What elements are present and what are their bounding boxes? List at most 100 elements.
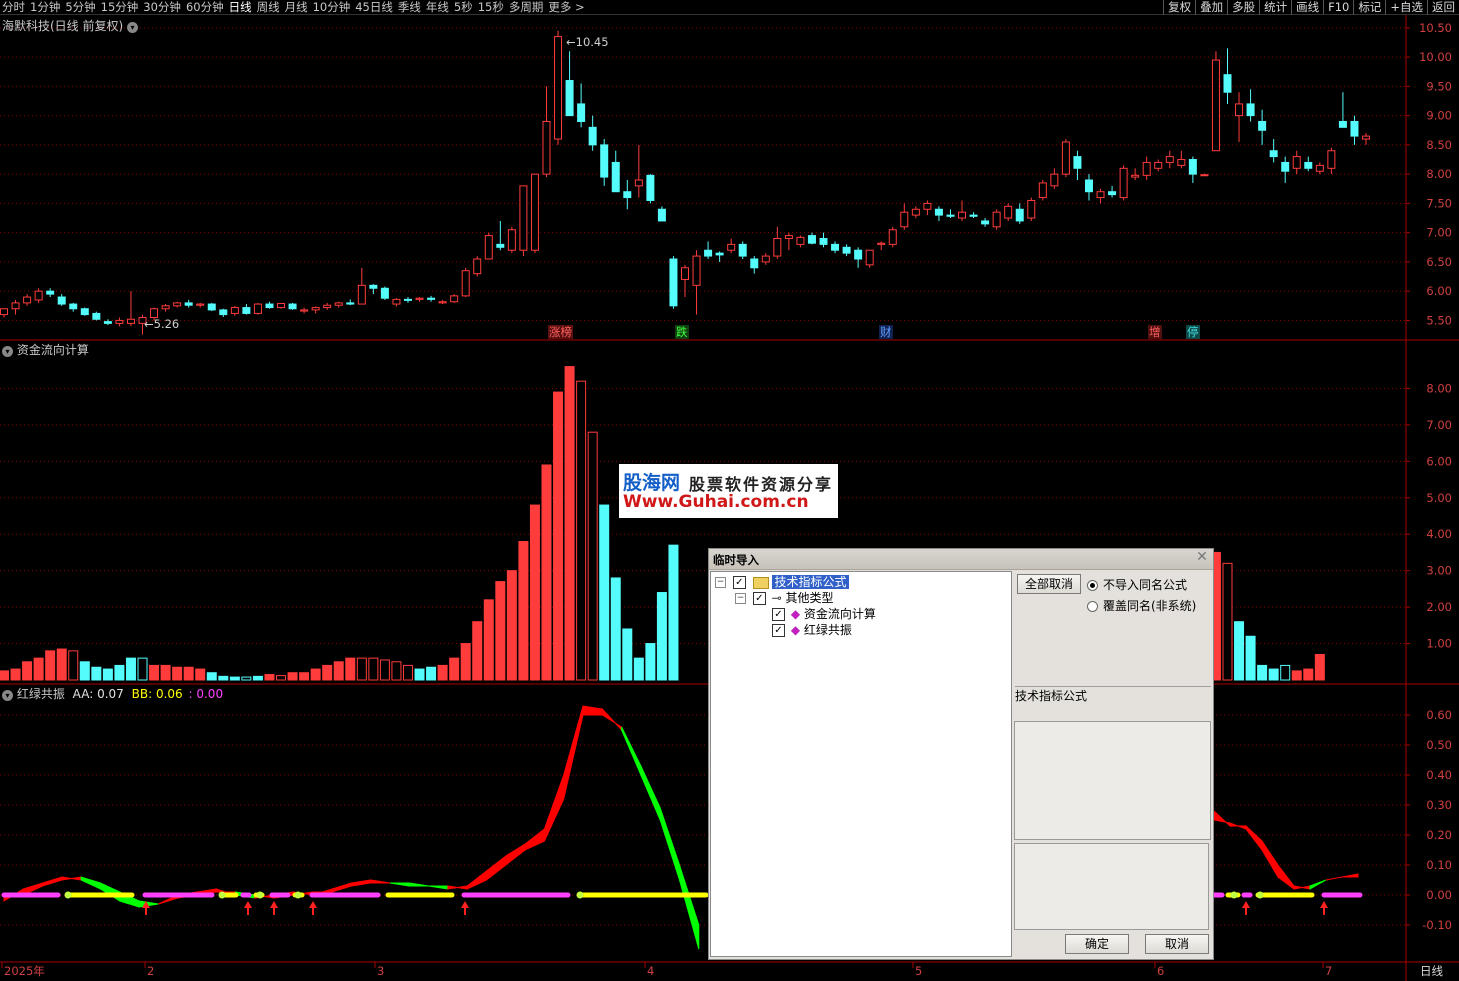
candle-body (369, 284, 378, 289)
tree-node-group[interactable]: − ✓ ⊸ 其他类型 (735, 590, 834, 606)
candle-body (969, 214, 978, 217)
tree-node-item-label[interactable]: 资金流向计算 (804, 607, 876, 621)
tab-period[interactable]: 45日线 (355, 0, 393, 15)
event-marker[interactable]: 增 (1148, 325, 1162, 339)
toolbar-button[interactable]: 标记 (1353, 0, 1385, 15)
tab-period[interactable]: 多周期 (509, 0, 544, 15)
candle-body (727, 243, 736, 251)
tab-period[interactable]: 年线 (426, 0, 449, 15)
ok-button[interactable]: 确定 (1065, 934, 1129, 954)
event-marker[interactable]: 跌 (675, 325, 689, 339)
candle-body (1154, 161, 1163, 169)
import-dialog[interactable]: 临时导入 ✕ − ✓ 技术指标公式 − ✓ ⊸ 其他类型 ✓ ◆ 资金流向计算 … (708, 548, 1214, 960)
fund-bar (472, 621, 483, 681)
tree-node-group-label[interactable]: 其他类型 (786, 591, 834, 605)
tab-period[interactable]: 周线 (257, 0, 280, 15)
candle-body (219, 309, 228, 316)
toolbar-button[interactable]: F10 (1323, 0, 1353, 14)
candle-body (69, 303, 78, 310)
candle-body (92, 312, 101, 320)
candle-body (646, 174, 655, 201)
collapse-icon[interactable]: − (715, 577, 726, 588)
toolbar-button[interactable]: 多股 (1227, 0, 1259, 15)
resonance-band-segment (331, 882, 352, 893)
tab-period[interactable]: 30分钟 (143, 0, 181, 15)
candle-body (288, 303, 297, 310)
fund-bar (1234, 621, 1245, 681)
radio-overwrite[interactable]: 覆盖同名(非系统) (1087, 597, 1196, 614)
tab-period[interactable]: 15秒 (478, 0, 504, 15)
collapse-icon[interactable]: − (735, 593, 746, 604)
tab-period[interactable]: 10分钟 (313, 0, 351, 15)
watermark-banner: 股海网 股票软件资源分享 Www.Guhai.com.cn (619, 464, 838, 518)
tree-node-item[interactable]: ✓ ◆ 资金流向计算 (769, 606, 876, 622)
cancel-button[interactable]: 取消 (1145, 934, 1209, 954)
checkbox-item[interactable]: ✓ (772, 608, 785, 621)
tab-period[interactable]: 5秒 (454, 0, 473, 15)
y-tick-label: 0.60 (1426, 708, 1452, 722)
dialog-titlebar[interactable]: 临时导入 ✕ (709, 549, 1213, 570)
tab-period[interactable]: 日线 (229, 0, 252, 15)
tab-period[interactable]: 15分钟 (101, 0, 139, 15)
y-tick-label: 10.50 (1419, 21, 1452, 35)
tab-period[interactable]: 月线 (285, 0, 308, 15)
formula-tree[interactable]: − ✓ 技术指标公式 − ✓ ⊸ 其他类型 ✓ ◆ 资金流向计算 ✓ ◆ 红绿共… (710, 571, 1012, 957)
y-tick-label: 8.00 (1426, 381, 1452, 395)
fund-bar (79, 661, 90, 681)
fund-bar (622, 628, 633, 681)
candle-body (1177, 159, 1186, 166)
candle-body (196, 303, 205, 306)
toolbar-button[interactable]: +自选 (1385, 0, 1427, 15)
resonance-band-segment (1325, 876, 1343, 881)
candle-body (750, 258, 759, 269)
fund-bar (1314, 653, 1325, 681)
checkbox-group[interactable]: ✓ (752, 592, 766, 605)
candle-body (1269, 150, 1278, 158)
radio-dot-selected[interactable] (1087, 580, 1098, 591)
checkbox-root[interactable]: ✓ (732, 576, 746, 589)
x-tick-label: 3 (377, 964, 384, 978)
tab-period[interactable]: 更多 > (548, 0, 584, 15)
tree-node-root-label[interactable]: 技术指标公式 (772, 575, 849, 589)
close-icon[interactable]: ✕ (1195, 550, 1209, 564)
x-tick-label: 2 (147, 964, 154, 978)
fund-bar (356, 657, 367, 681)
resonance-band-segment (447, 885, 468, 890)
tab-period[interactable]: 季线 (398, 0, 421, 15)
radio-dot[interactable] (1087, 601, 1098, 612)
toolbar-button[interactable]: 返回 (1427, 0, 1459, 15)
candle-body (900, 211, 909, 228)
tree-node-item-label[interactable]: 红绿共振 (804, 623, 852, 637)
event-marker[interactable]: 涨榜 (548, 325, 573, 339)
resonance-band-segment (640, 765, 661, 821)
cancel-all-button[interactable]: 全部取消 (1017, 574, 1081, 594)
chevron-down-icon[interactable]: ▾ (127, 22, 139, 33)
event-marker[interactable]: 财 (879, 325, 893, 339)
tab-period[interactable]: 1分钟 (30, 0, 60, 15)
tab-period[interactable]: 分时 (2, 0, 25, 15)
toolbar-button[interactable]: 叠加 (1195, 0, 1227, 15)
radio-skip-duplicates[interactable]: 不导入同名公式 (1087, 576, 1187, 593)
fund-panel-title-text: 资金流向计算 (16, 343, 89, 357)
candle-body (715, 252, 724, 256)
tree-node-item[interactable]: ✓ ◆ 红绿共振 (769, 622, 852, 638)
fund-bar (333, 661, 344, 681)
tree-node-root[interactable]: − ✓ 技术指标公式 (715, 574, 849, 590)
toolbar-button[interactable]: 统计 (1259, 0, 1291, 15)
checkbox-item[interactable]: ✓ (772, 624, 785, 637)
resonance-band-segment (505, 843, 526, 867)
candle-body (565, 80, 574, 117)
fund-bar (633, 657, 644, 681)
signal-dot (1230, 891, 1238, 899)
tab-period[interactable]: 5分钟 (65, 0, 95, 15)
toolbar-button[interactable]: 复权 (1163, 0, 1195, 15)
event-marker[interactable]: 停 (1186, 325, 1200, 339)
buy-arrow-icon (1320, 901, 1328, 908)
y-tick-label: 7.00 (1426, 226, 1452, 240)
fund-bar (322, 664, 333, 681)
y-tick-label: 5.50 (1426, 313, 1452, 327)
tab-period[interactable]: 60分钟 (186, 0, 224, 15)
chevron-down-icon[interactable]: ▾ (2, 690, 13, 701)
chevron-down-icon[interactable]: ▾ (2, 346, 13, 357)
toolbar-button[interactable]: 画线 (1291, 0, 1323, 15)
